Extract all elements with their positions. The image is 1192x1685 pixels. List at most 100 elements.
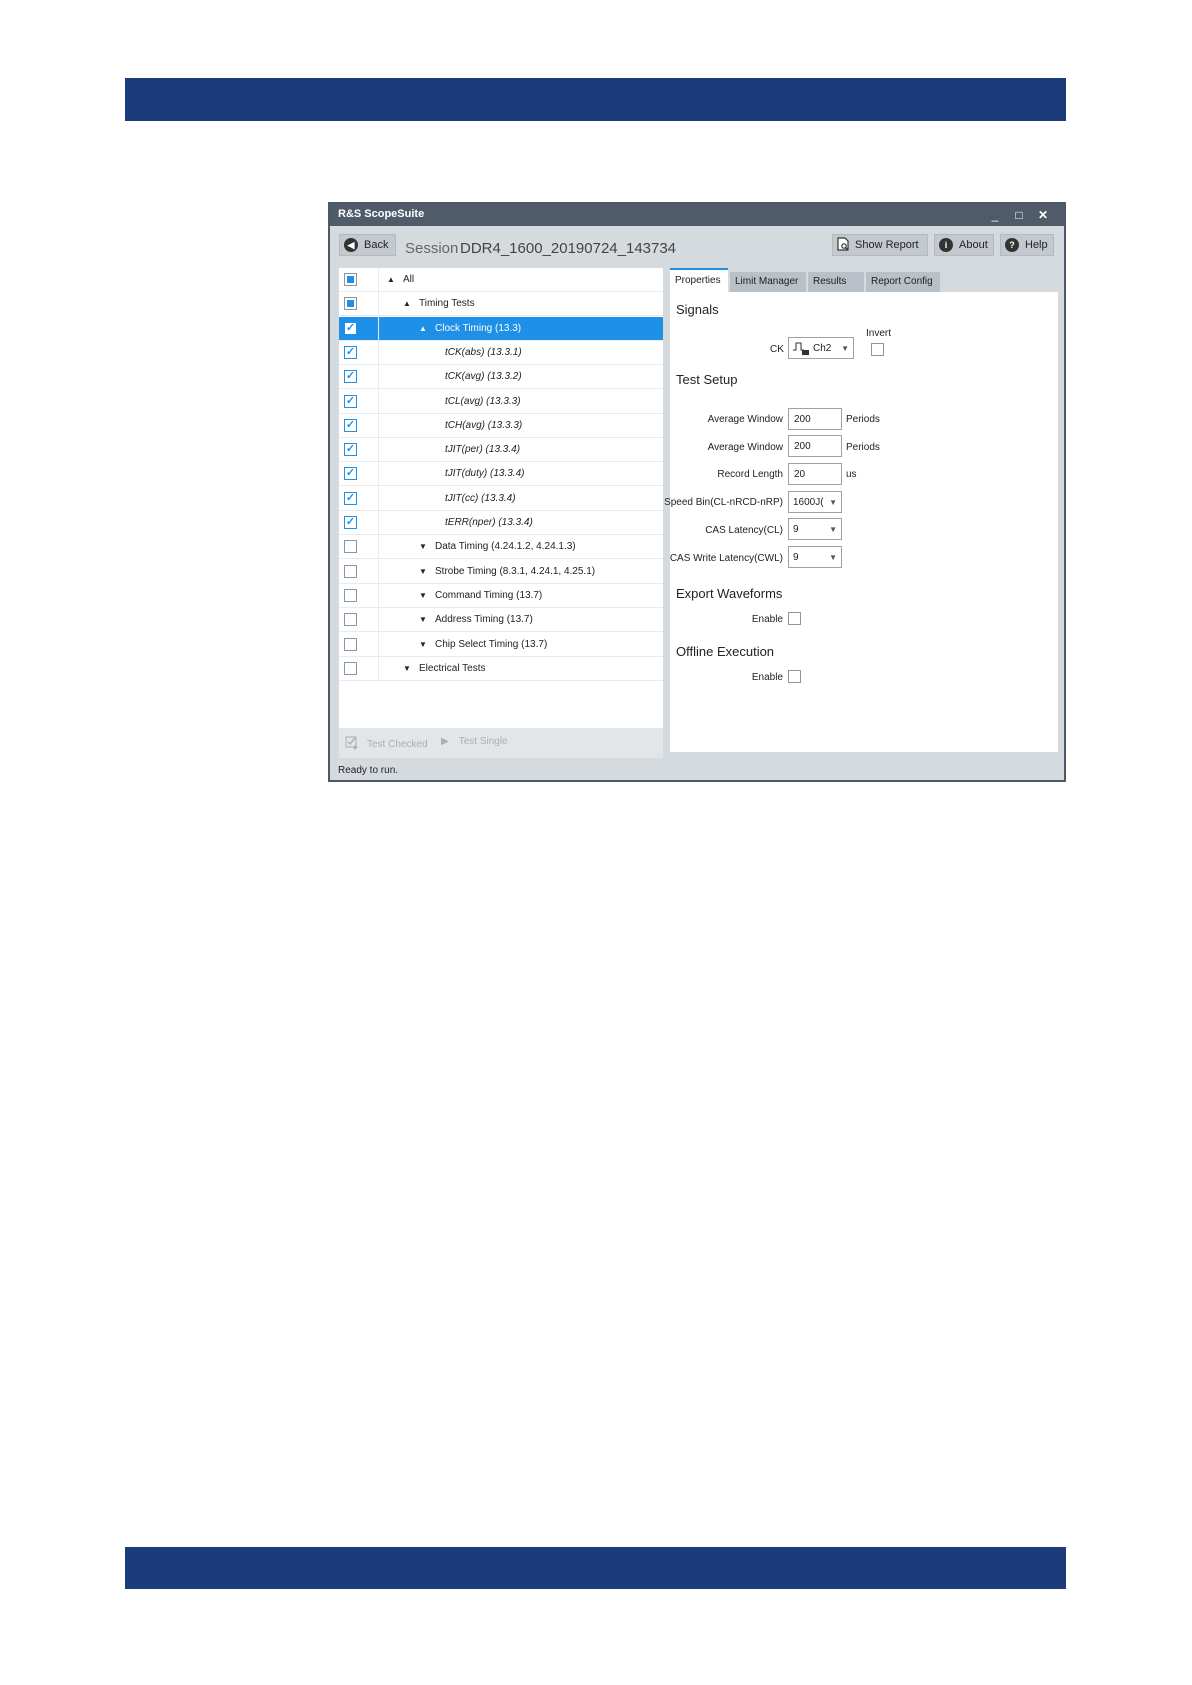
speed-bin-select[interactable]: 1600J( ▼	[788, 491, 842, 513]
window-title: R&S ScopeSuite	[338, 208, 425, 220]
expand-arrow-icon[interactable]: ▼	[419, 591, 427, 600]
test-single-label: Test Single	[458, 736, 508, 747]
report-icon	[837, 236, 849, 254]
ck-channel-value: Ch2	[813, 343, 832, 354]
tree-checkbox[interactable]	[344, 564, 357, 578]
tree-item-label: tCH(avg) (13.3.3)	[445, 419, 523, 431]
tree-checkbox[interactable]: ✓	[344, 516, 357, 529]
tree-checkbox[interactable]: ✓	[344, 467, 357, 481]
tree-checkbox[interactable]: ✓	[344, 394, 357, 408]
tree-checkbox[interactable]	[344, 588, 357, 602]
tree-row[interactable]: ▼ Address Timing (13.7)	[339, 608, 663, 633]
expand-arrow-icon[interactable]: ▼	[419, 542, 427, 551]
offline-enable-checkbox[interactable]	[788, 670, 801, 683]
tab-strip: Properties Limit Manager Results Report …	[670, 268, 1058, 292]
offline-execution-heading: Offline Execution	[676, 644, 775, 659]
collapse-arrow-icon[interactable]: ▲	[419, 324, 427, 333]
cas-write-latency-select[interactable]: 9 ▼	[788, 546, 842, 568]
tree-item-label: tCL(avg) (13.3.3)	[445, 395, 521, 407]
tree-row[interactable]: ▼ Command Timing (13.7)	[339, 583, 663, 608]
tree-checkbox[interactable]: ✓	[344, 321, 357, 335]
maximize-button[interactable]: □	[1008, 206, 1030, 224]
help-label: Help	[1025, 239, 1048, 251]
tree-row[interactable]: ✓ tJIT(per) (13.3.4)	[339, 438, 663, 463]
test-checked-button[interactable]: Test Checked	[345, 736, 428, 753]
tree-row[interactable]: ✓ tCH(avg) (13.3.3)	[339, 413, 663, 438]
test-single-button[interactable]: ▶ Test Single	[441, 736, 508, 747]
tree-checkbox[interactable]	[344, 540, 357, 554]
tree-row[interactable]: ✓ tCK(avg) (13.3.2)	[339, 365, 663, 390]
tree-item-label: Command Timing (13.7)	[435, 589, 543, 601]
expand-arrow-icon[interactable]: ▼	[403, 664, 411, 673]
tree-checkbox[interactable]	[344, 661, 357, 675]
back-button[interactable]: ◀ Back	[339, 234, 396, 256]
cas-write-latency-value: 9	[793, 552, 799, 563]
export-enable-checkbox[interactable]	[788, 612, 801, 625]
minimize-button[interactable]: _	[984, 206, 1006, 224]
test-checked-icon	[345, 736, 359, 753]
tree-checkbox-cell	[339, 656, 379, 680]
tree-checkbox-cell	[339, 268, 379, 291]
tree-row[interactable]: ✓ ▲ Clock Timing (13.3)	[339, 316, 663, 341]
expand-arrow-icon[interactable]: ▼	[419, 615, 427, 624]
session-label: Session	[405, 240, 459, 257]
properties-pane: Properties Limit Manager Results Report …	[664, 268, 1058, 752]
record-length-label: Record Length	[717, 469, 783, 480]
expand-arrow-icon[interactable]: ▼	[419, 567, 427, 576]
record-length-input[interactable]: 20	[788, 463, 842, 485]
expand-arrow-icon[interactable]: ▼	[419, 640, 427, 649]
test-actions-bar: Test Checked ▶ Test Single	[339, 728, 663, 758]
title-bar: R&S ScopeSuite _ □ ✕	[330, 204, 1064, 226]
tree-checkbox[interactable]: ✓	[344, 491, 357, 505]
tree-row[interactable]: ✓ tJIT(duty) (13.3.4)	[339, 462, 663, 487]
tree-checkbox[interactable]: ✓	[344, 418, 357, 432]
about-button[interactable]: i About	[934, 234, 994, 256]
tree-checkbox[interactable]	[344, 297, 357, 311]
collapse-arrow-icon[interactable]: ▲	[387, 275, 395, 284]
speed-bin-label: Speed Bin(CL-nRCD-nRP)	[664, 497, 783, 508]
close-button[interactable]: ✕	[1032, 206, 1054, 224]
tree-row[interactable]: ▼ Strobe Timing (8.3.1, 4.24.1, 4.25.1)	[339, 559, 663, 584]
tree-row[interactable]: ▲ All	[339, 268, 663, 292]
tab-limit-manager[interactable]: Limit Manager	[730, 272, 806, 292]
tree-row[interactable]: ▼ Chip Select Timing (13.7)	[339, 632, 663, 657]
avg-window-1-label: Average Window	[707, 414, 783, 425]
tree-checkbox-cell: ✓	[339, 438, 379, 462]
tree-row[interactable]: ▼ Data Timing (4.24.1.2, 4.24.1.3)	[339, 535, 663, 560]
ck-channel-select[interactable]: Ch2 ▼	[788, 337, 854, 359]
play-icon: ▶	[441, 736, 449, 747]
cas-latency-select[interactable]: 9 ▼	[788, 518, 842, 540]
chevron-down-icon: ▼	[829, 553, 837, 562]
avg-window-1-input[interactable]: 200	[788, 408, 842, 430]
tree-checkbox[interactable]: ✓	[344, 370, 357, 384]
collapse-arrow-icon[interactable]: ▲	[403, 299, 411, 308]
tree-row[interactable]: ✓ tJIT(cc) (13.3.4)	[339, 486, 663, 511]
test-tree: ▲ All ▲ Timing Tests ✓ ▲ Clock Timing (13.3) ✓ t…	[339, 268, 663, 748]
tree-row[interactable]: ▲ Timing Tests	[339, 292, 663, 317]
tab-report-config[interactable]: Report Config	[866, 272, 940, 292]
tab-results[interactable]: Results	[808, 272, 864, 292]
tree-checkbox[interactable]	[344, 273, 357, 286]
show-report-button[interactable]: Show Report	[832, 234, 928, 256]
avg-window-2-input[interactable]: 200	[788, 435, 842, 457]
tree-row[interactable]: ▼ Electrical Tests	[339, 656, 663, 681]
tree-item-label: Data Timing (4.24.1.2, 4.24.1.3)	[435, 541, 576, 553]
avg-window-2-label: Average Window	[707, 442, 783, 453]
about-label: About	[959, 239, 988, 251]
tree-checkbox[interactable]: ✓	[344, 345, 357, 359]
tree-checkbox[interactable]	[344, 637, 357, 651]
tree-checkbox[interactable]	[344, 613, 357, 627]
status-text: Ready to run.	[338, 765, 399, 776]
tree-checkbox-cell	[339, 632, 379, 656]
tab-properties[interactable]: Properties	[670, 268, 728, 292]
tree-row[interactable]: ✓ tCK(abs) (13.3.1)	[339, 340, 663, 365]
test-checked-label: Test Checked	[367, 739, 428, 750]
tree-row[interactable]: ✓ tERR(nper) (13.3.4)	[339, 511, 663, 535]
help-button[interactable]: ? Help	[1000, 234, 1054, 256]
waveform-icon	[792, 340, 810, 358]
tree-row[interactable]: ✓ tCL(avg) (13.3.3)	[339, 389, 663, 414]
tree-checkbox[interactable]: ✓	[344, 443, 357, 457]
avg-window-1-unit: Periods	[846, 414, 880, 425]
invert-checkbox[interactable]	[871, 343, 884, 356]
tree-item-label: tJIT(duty) (13.3.4)	[445, 468, 525, 480]
